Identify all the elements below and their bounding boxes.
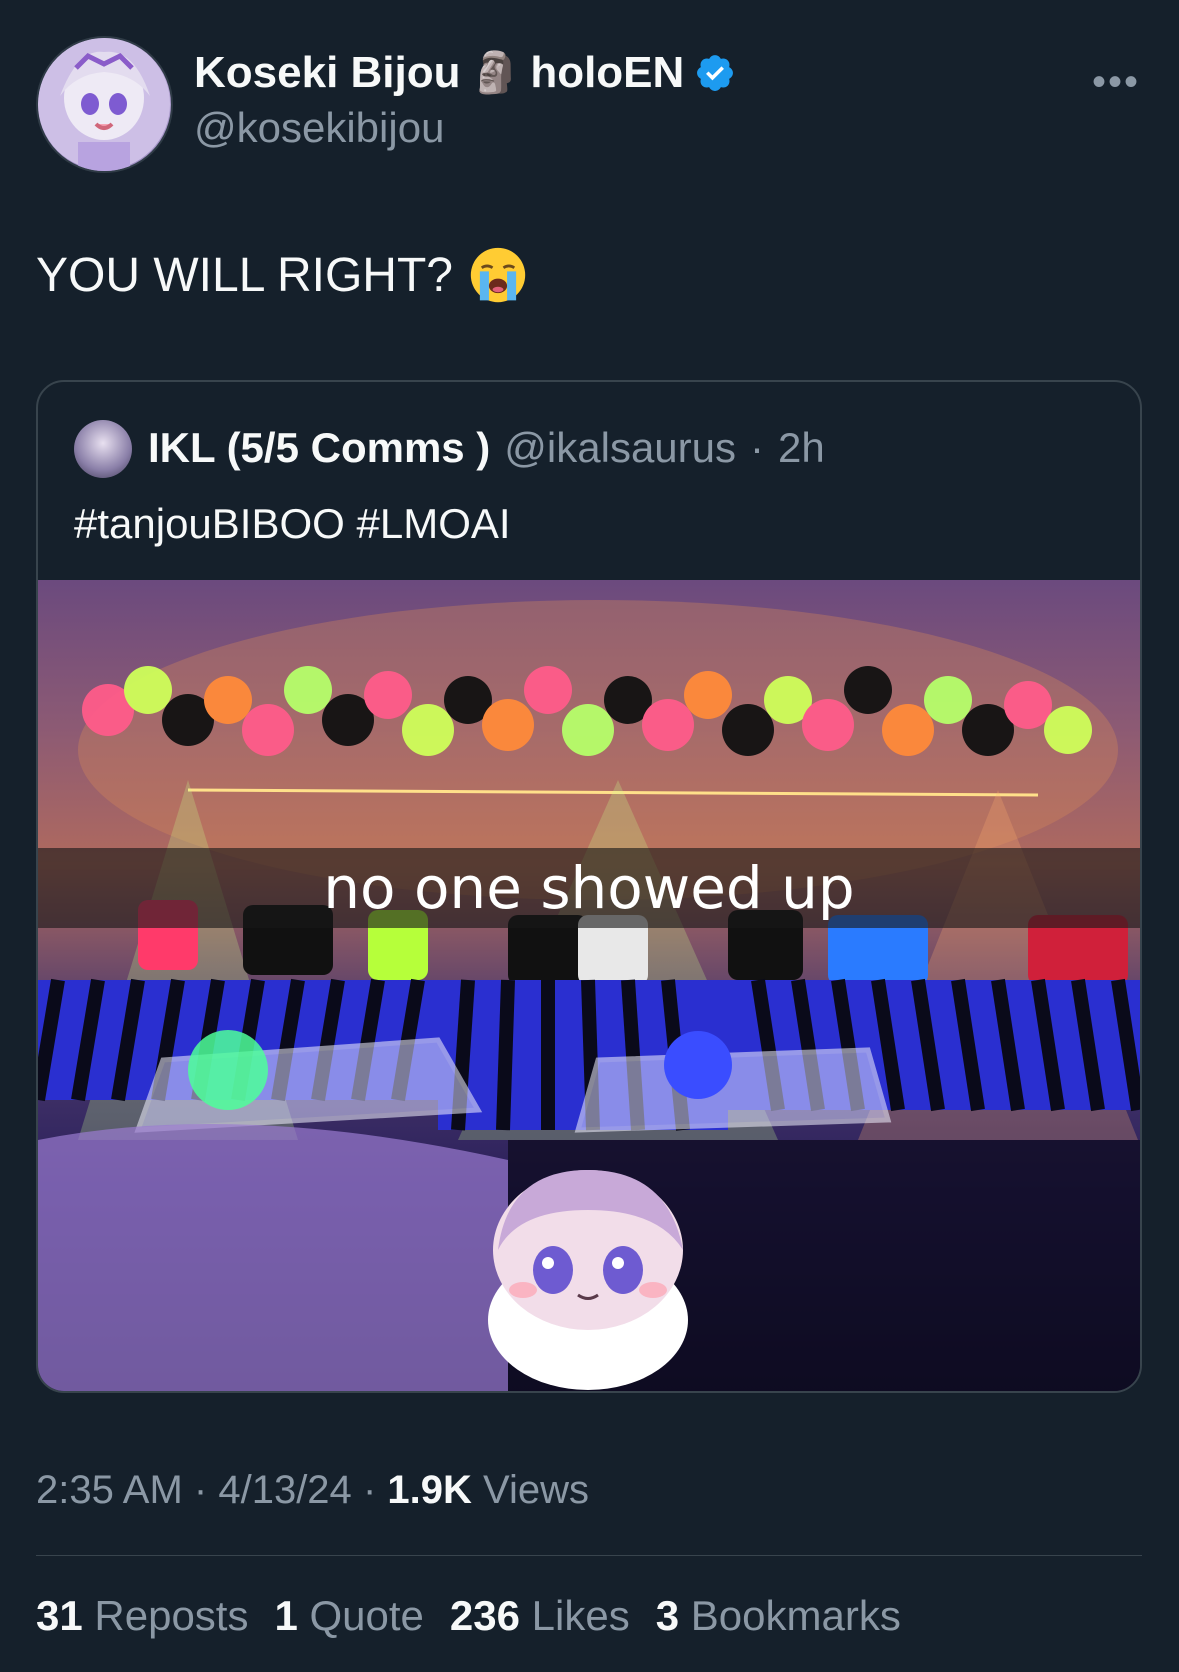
- reposts-label: Reposts: [94, 1592, 249, 1639]
- quoted-author-avatar[interactable]: [74, 420, 132, 478]
- quoted-header: IKL (5/5 Comms ) @ikalsaurus · 2h: [148, 424, 825, 472]
- meta-separator-2: ·: [362, 1468, 377, 1512]
- quoted-display-name[interactable]: IKL (5/5 Comms ): [148, 424, 490, 472]
- tweet-body: YOU WILL RIGHT?: [36, 248, 453, 302]
- quoted-text: #tanjouBIBOO #LMOAI: [74, 500, 511, 547]
- author-handle[interactable]: @kosekibijou: [194, 104, 444, 152]
- quotes-count: 1: [274, 1592, 298, 1639]
- tweet-time[interactable]: 2:35 AM: [36, 1468, 183, 1512]
- quotes-label: Quote: [309, 1592, 424, 1639]
- views-label[interactable]: Views: [483, 1468, 589, 1512]
- likes-label: Likes: [531, 1592, 630, 1639]
- loudly-crying-face-icon: [470, 247, 526, 303]
- reposts-stat[interactable]: 31 Reposts: [36, 1592, 248, 1640]
- quoted-media-image[interactable]: no one showed up: [38, 580, 1140, 1391]
- verified-badge-icon[interactable]: [694, 52, 736, 94]
- author-name-row: Koseki Bijou 🗿 holoEN: [194, 48, 736, 98]
- more-options-icon[interactable]: •••: [1092, 62, 1140, 102]
- divider: [36, 1555, 1142, 1556]
- party-room-illustration: [38, 600, 1140, 1391]
- tweet-meta: 2:35 AM · 4/13/24 · 1.9K Views: [36, 1468, 589, 1513]
- bookmarks-count: 3: [655, 1592, 680, 1639]
- tweet-date[interactable]: 4/13/24: [218, 1468, 351, 1512]
- author-affiliation: holoEN: [530, 48, 685, 97]
- quoted-handle[interactable]: @ikalsaurus: [504, 424, 736, 472]
- quoted-time[interactable]: 2h: [778, 424, 825, 472]
- avatar-image: [38, 38, 170, 171]
- image-caption: no one showed up: [323, 854, 855, 922]
- moai-emoji-icon: 🗿: [470, 51, 521, 95]
- author-avatar[interactable]: [36, 36, 173, 173]
- quoted-tweet-card[interactable]: IKL (5/5 Comms ) @ikalsaurus · 2h #tanjo…: [36, 380, 1142, 1393]
- bookmarks-stat[interactable]: 3 Bookmarks: [656, 1592, 901, 1640]
- reposts-count: 31: [36, 1592, 83, 1639]
- views-count: 1.9K: [387, 1468, 472, 1512]
- likes-count: 236: [449, 1592, 520, 1639]
- image-caption-bar: no one showed up: [38, 848, 1140, 928]
- quoted-separator: ·: [750, 424, 765, 471]
- quotes-stat[interactable]: 1 Quote: [274, 1592, 423, 1640]
- tweet-text: YOU WILL RIGHT?: [36, 246, 527, 304]
- engagement-stats: 31 Reposts 1 Quote 236 Likes 3 Bookmarks: [36, 1592, 901, 1640]
- meta-separator: ·: [193, 1468, 208, 1512]
- bookmarks-label: Bookmarks: [690, 1592, 901, 1639]
- likes-stat[interactable]: 236 Likes: [450, 1592, 630, 1640]
- author-display-name[interactable]: Koseki Bijou: [194, 48, 461, 98]
